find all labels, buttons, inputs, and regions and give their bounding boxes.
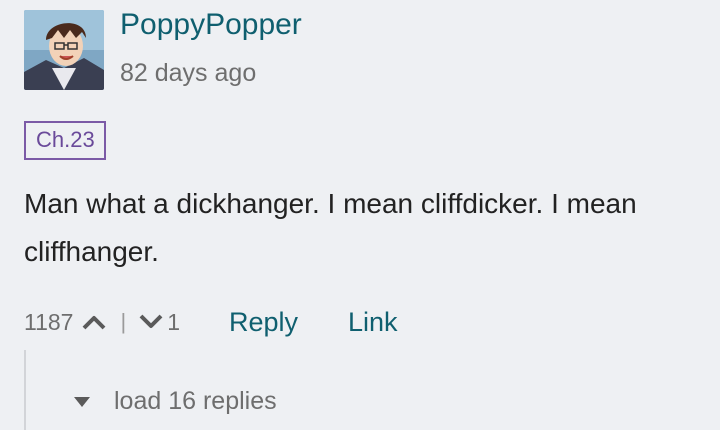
permalink-button[interactable]: Link — [348, 307, 398, 338]
username-link[interactable]: PoppyPopper — [120, 8, 302, 42]
comment-body: Man what a dickhanger. I mean cliffdicke… — [24, 188, 637, 267]
upvote-button[interactable] — [82, 314, 106, 330]
caret-down-icon — [74, 396, 90, 407]
chapter-tag[interactable]: Ch.23 — [24, 121, 106, 160]
vote-separator: | — [120, 309, 127, 334]
chevron-down-icon — [139, 314, 163, 328]
load-replies-label: load 16 replies — [114, 387, 277, 415]
comment-timestamp: 82 days ago — [120, 59, 257, 87]
load-replies-button[interactable]: load 16 replies — [74, 387, 277, 416]
reply-button[interactable]: Reply — [229, 307, 298, 338]
chevron-up-icon — [83, 316, 106, 330]
anime-character-avatar-image — [24, 10, 104, 90]
downvote-count: 1 — [167, 308, 180, 335]
upvote-count: 1187 — [24, 308, 74, 335]
comment-actions: 1187 | 1 Reply Link — [24, 302, 398, 342]
avatar[interactable] — [24, 10, 104, 90]
reply-thread-line — [24, 350, 26, 430]
downvote-button[interactable] — [139, 314, 163, 330]
